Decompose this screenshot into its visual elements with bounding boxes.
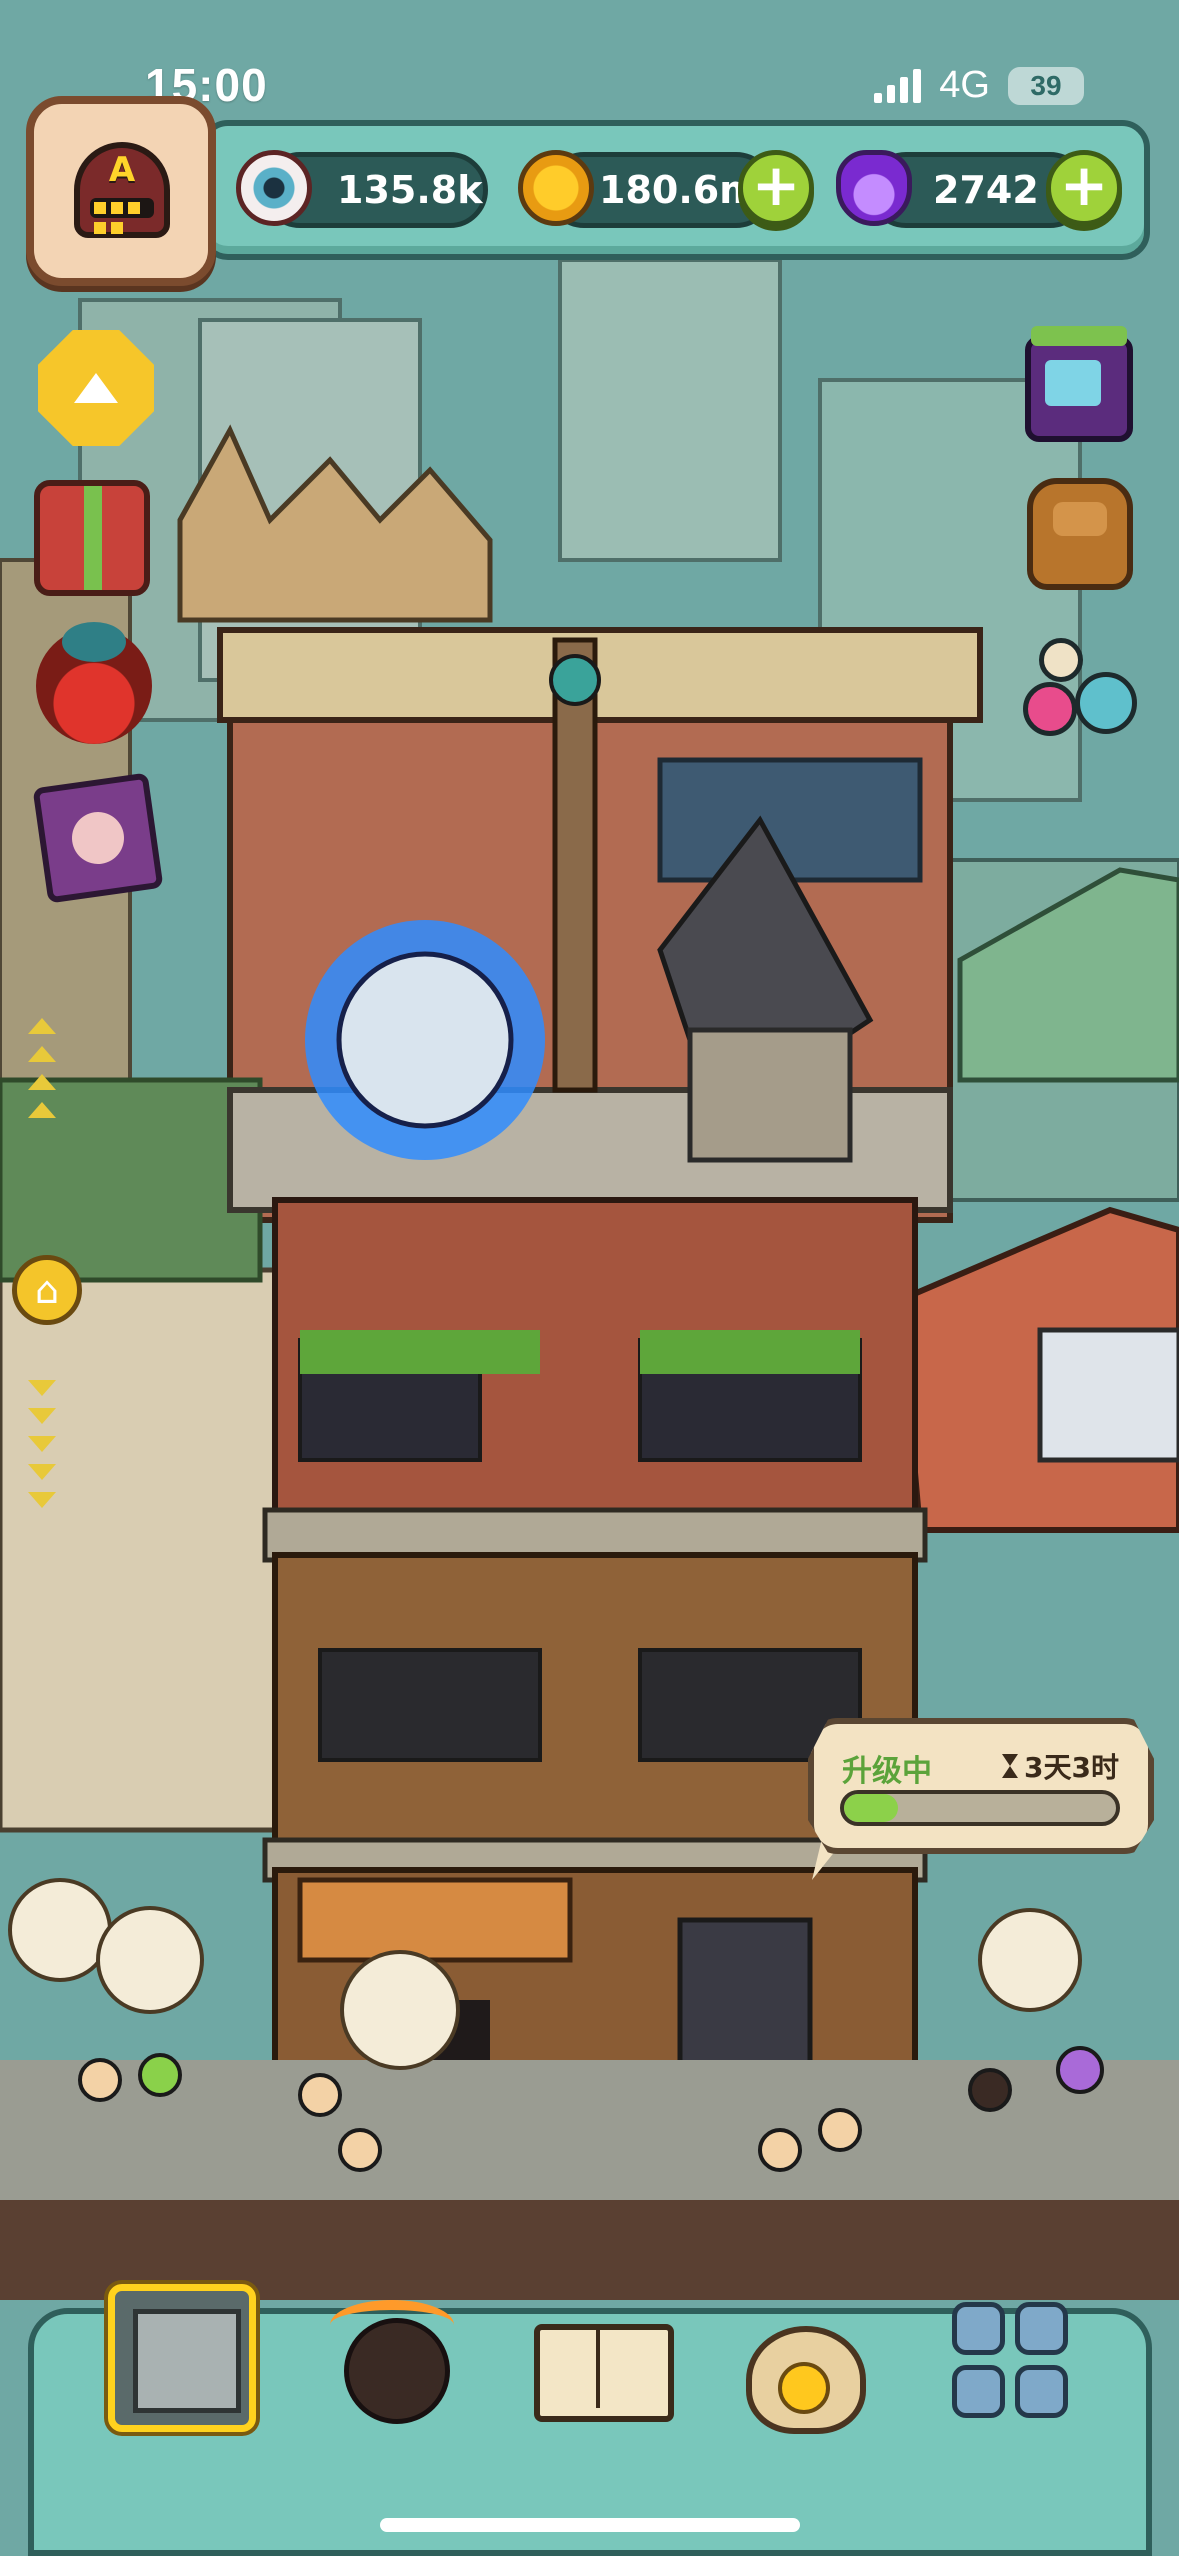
potions-value: 2742: [933, 168, 1039, 212]
player-badge-icon: A: [74, 142, 170, 238]
upgrade-label: 升级中: [842, 1754, 932, 1789]
scroll-up-arrows-icon[interactable]: [28, 1018, 58, 1130]
signal-icon: [874, 68, 922, 103]
upgrade-timer: 3天3时: [1024, 1751, 1119, 1784]
fruit-button[interactable]: [36, 622, 152, 744]
gift-box-button[interactable]: [34, 480, 150, 596]
network-label: 4G: [939, 64, 990, 106]
coin-icon: [518, 150, 594, 226]
battery-level: 39: [1030, 69, 1062, 101]
monster-eggs-button[interactable]: [1023, 630, 1139, 746]
hourglass-icon: [1002, 1754, 1018, 1778]
home-icon: ⌂: [34, 1268, 60, 1312]
nav-menu-button[interactable]: [940, 2290, 1080, 2430]
scroll-down-arrows-icon[interactable]: [28, 1380, 58, 1520]
plus-icon: +: [1059, 151, 1109, 219]
upgrade-progress-bar: [840, 1790, 1120, 1826]
nav-bag-button[interactable]: [730, 2290, 870, 2434]
nav-monsters-button[interactable]: [322, 2290, 462, 2430]
add-potions-button[interactable]: +: [1046, 150, 1122, 226]
add-coins-button[interactable]: +: [738, 150, 814, 226]
battery-icon: 39: [1008, 66, 1084, 105]
home-button[interactable]: ⌂: [12, 1255, 82, 1325]
backpack-button[interactable]: [1027, 478, 1133, 590]
upgrade-progress-fill: [844, 1794, 899, 1822]
eyeball-icon: [236, 150, 312, 226]
eyeballs-value: 135.8k: [337, 168, 483, 212]
nav-book-button[interactable]: [528, 2290, 674, 2430]
status-indicators: 4G 39: [874, 64, 1084, 107]
cards-button[interactable]: [32, 772, 164, 904]
plus-icon: +: [751, 151, 801, 219]
up-arrow-icon: [74, 373, 118, 403]
potion-icon: [836, 150, 912, 226]
city-scene: [0, 0, 1179, 2556]
player-badge-letter: A: [108, 150, 136, 190]
city-background: [0, 0, 1179, 2556]
coins-value: 180.6m: [599, 168, 759, 212]
player-avatar-button[interactable]: A: [26, 96, 216, 286]
tv-shop-button[interactable]: [1025, 326, 1133, 442]
nav-buildings-button[interactable]: [108, 2284, 256, 2432]
home-indicator[interactable]: [380, 2518, 800, 2532]
